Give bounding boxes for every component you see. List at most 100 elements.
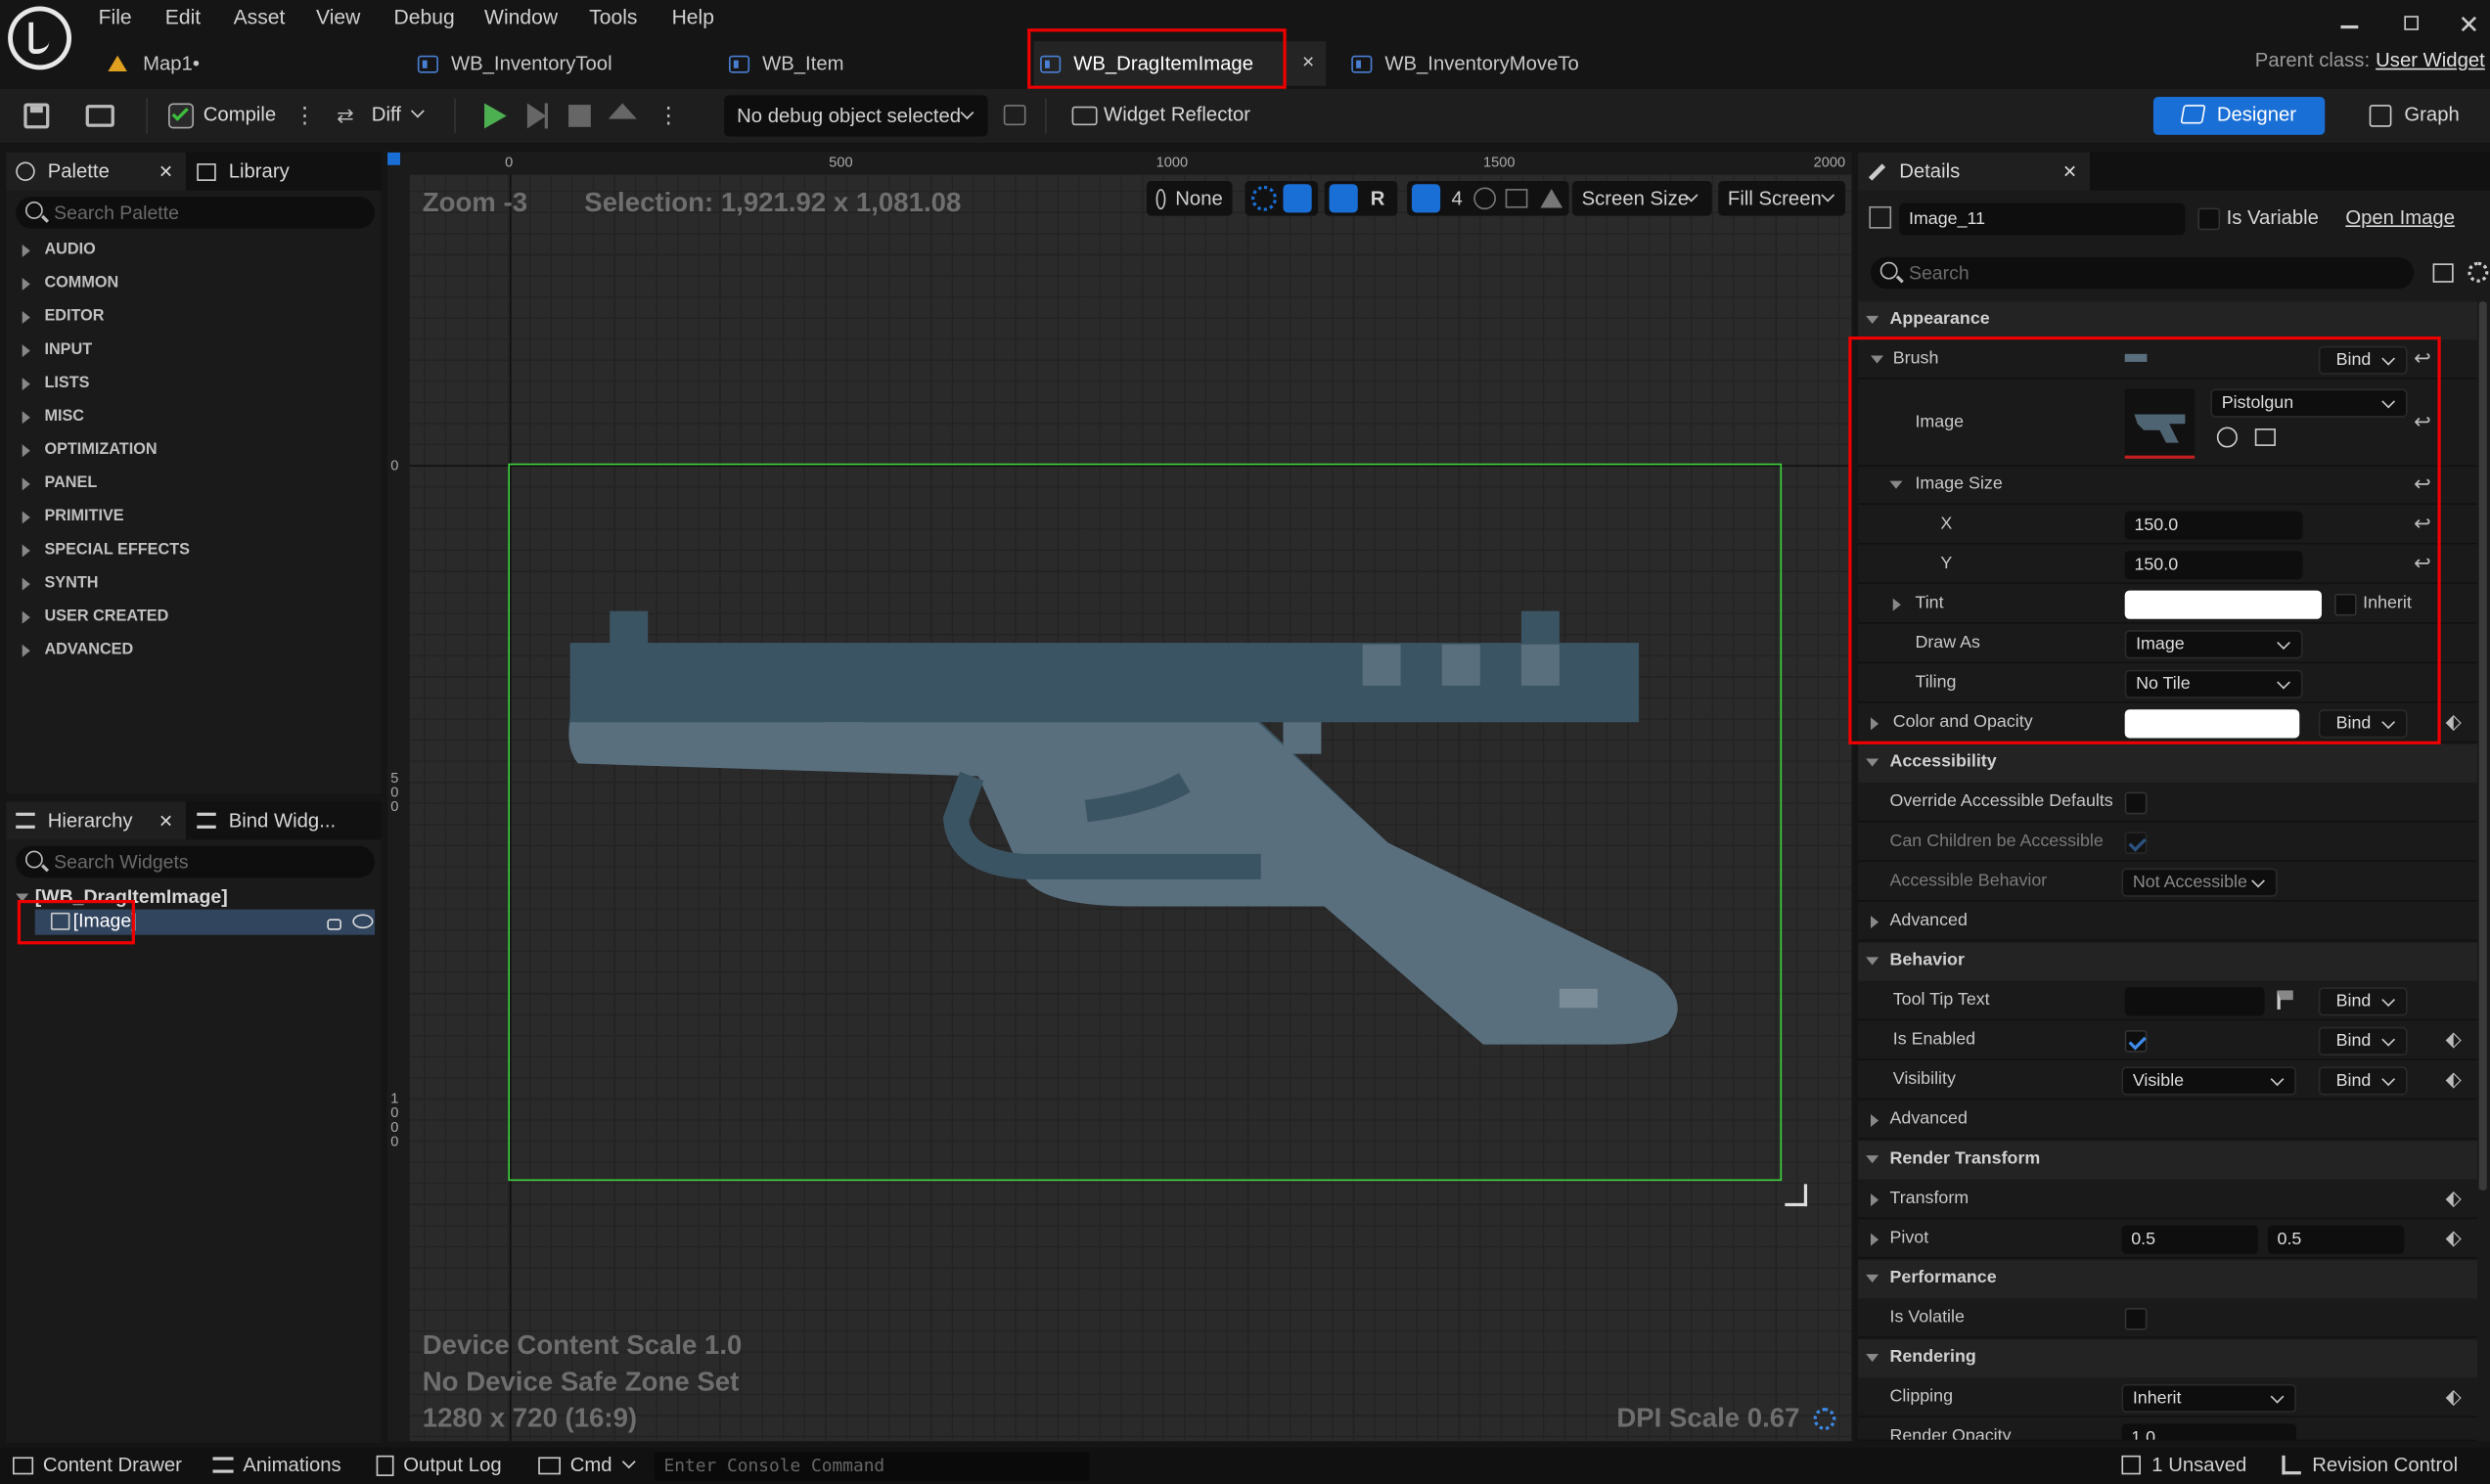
play-icon[interactable] <box>484 103 507 129</box>
details-scrollbar[interactable] <box>2478 301 2487 1191</box>
open-image-link[interactable]: Open Image <box>2345 206 2455 229</box>
pivot-x-input[interactable]: 0.5 <box>2121 1225 2259 1254</box>
screen-size-select[interactable]: Screen Size <box>1571 180 1712 216</box>
unreal-logo-icon[interactable] <box>8 6 72 70</box>
palette-category-advanced[interactable]: ADVANCED <box>22 641 133 658</box>
tab-wb-inventorytool[interactable]: WB_InventoryTool <box>417 44 612 82</box>
property-binding-icon[interactable]: ⬖ <box>2446 1186 2462 1211</box>
eject-icon[interactable] <box>608 103 637 119</box>
menu-view[interactable]: View <box>316 5 360 28</box>
save-icon[interactable] <box>23 103 50 129</box>
designer-button[interactable]: Designer <box>2152 96 2326 135</box>
play-options-icon[interactable]: ⋮ <box>657 102 680 129</box>
widget-name-input[interactable]: Image_11 <box>1899 202 2186 236</box>
grid-snap-toolbar[interactable]: 4 <box>1407 180 1569 216</box>
acc-advanced-row[interactable]: Advanced <box>1858 903 2478 942</box>
browse-icon[interactable] <box>85 105 114 127</box>
table-view-icon[interactable] <box>2432 263 2454 283</box>
layout-toggle[interactable]: R <box>1324 180 1398 216</box>
diff-button[interactable]: ⇄ Diff <box>334 95 429 136</box>
designer-canvas[interactable]: 0 500 1000 1500 2000 0 500 1000 Zoom -3 … <box>387 152 1852 1442</box>
section-behavior[interactable]: Behavior <box>1858 942 2478 981</box>
section-accessibility[interactable]: Accessibility <box>1858 743 2478 783</box>
palette-category-optimization[interactable]: OPTIMIZATION <box>22 441 158 459</box>
tab-palette[interactable]: Palette ✕ <box>6 152 186 191</box>
palette-category-user-created[interactable]: USER CREATED <box>22 607 168 625</box>
palette-category-misc[interactable]: MISC <box>22 408 84 426</box>
resize-handle-icon[interactable] <box>1785 1184 1808 1207</box>
is-volatile-checkbox[interactable] <box>2124 1307 2148 1330</box>
debug-object-select[interactable]: No debug object selected <box>724 95 988 137</box>
respect-locks-toggle[interactable] <box>1245 180 1319 216</box>
settings-gear-icon[interactable] <box>2467 261 2489 283</box>
menu-edit[interactable]: Edit <box>165 5 201 28</box>
tab-close-button[interactable]: × <box>1302 49 1314 72</box>
tab-bind-widgets[interactable]: Bind Widg... <box>197 801 336 839</box>
details-search-input[interactable]: Search <box>1871 256 2415 290</box>
stop-icon[interactable] <box>568 105 591 127</box>
unsaved-button[interactable]: 1 Unsaved <box>2121 1454 2246 1476</box>
compile-options-icon[interactable]: ⋮ <box>294 102 316 129</box>
cmd-select[interactable]: Cmd <box>538 1454 637 1476</box>
palette-category-synth[interactable]: SYNTH <box>22 574 99 592</box>
section-render-transform[interactable]: Render Transform <box>1858 1141 2478 1180</box>
locale-button[interactable]: None <box>1146 180 1233 216</box>
triangle-icon[interactable] <box>1540 189 1563 208</box>
snap-icon[interactable] <box>1473 187 1496 210</box>
fill-screen-select[interactable]: Fill Screen <box>1718 180 1846 216</box>
graph-button[interactable]: Graph <box>2363 97 2474 135</box>
dpi-settings-gear-icon[interactable] <box>1813 1408 1836 1430</box>
palette-category-editor[interactable]: EDITOR <box>22 308 105 326</box>
tooltip-bind-button[interactable]: Bind <box>2318 987 2408 1016</box>
menu-tools[interactable]: Tools <box>589 5 637 28</box>
palette-category-lists[interactable]: LISTS <box>22 375 90 392</box>
is-enabled-bind-button[interactable]: Bind <box>2318 1026 2408 1056</box>
step-icon[interactable] <box>526 103 548 129</box>
visibility-bind-button[interactable]: Bind <box>2318 1066 2408 1096</box>
close-tab-icon[interactable]: ✕ <box>158 810 173 831</box>
animations-button[interactable]: Animations <box>212 1454 341 1476</box>
render-opacity-input[interactable]: 1.0 <box>2121 1423 2297 1440</box>
override-acc-checkbox[interactable] <box>2124 791 2148 815</box>
tab-hierarchy[interactable]: Hierarchy ✕ <box>6 801 186 840</box>
hierarchy-search-input[interactable]: Search Widgets <box>16 845 376 878</box>
palette-category-audio[interactable]: AUDIO <box>22 242 96 258</box>
close-tab-icon[interactable]: ✕ <box>2062 161 2077 181</box>
visibility-select[interactable]: Visible <box>2121 1066 2297 1096</box>
tab-wb-item[interactable]: WB_Item <box>729 44 844 82</box>
menu-window[interactable]: Window <box>484 5 558 28</box>
behavior-advanced-row[interactable]: Advanced <box>1858 1102 2478 1140</box>
is-enabled-checkbox[interactable] <box>2124 1030 2148 1053</box>
output-log-button[interactable]: Output Log <box>376 1454 502 1476</box>
section-performance[interactable]: Performance <box>1858 1260 2478 1299</box>
palette-category-input[interactable]: INPUT <box>22 341 92 359</box>
section-rendering[interactable]: Rendering <box>1858 1339 2478 1378</box>
palette-category-primitive[interactable]: PRIMITIVE <box>22 508 124 525</box>
property-binding-icon[interactable]: ⬖ <box>2446 1066 2462 1092</box>
content-drawer-button[interactable]: Content Drawer <box>12 1454 182 1476</box>
is-variable-checkbox[interactable] <box>2197 207 2221 231</box>
palette-search-input[interactable]: Search Palette <box>16 197 376 229</box>
clipping-select[interactable]: Inherit <box>2121 1383 2297 1414</box>
widget-reflector-button[interactable]: Widget Reflector <box>1068 95 1259 136</box>
transform-row[interactable]: Transform ⬖ <box>1858 1181 2478 1220</box>
menu-file[interactable]: File <box>99 5 132 28</box>
tab-details[interactable]: Details ✕ <box>1858 152 2090 191</box>
revision-control-button[interactable]: Revision Control <box>2282 1454 2458 1476</box>
lock-icon[interactable] <box>327 919 341 930</box>
image-icon[interactable] <box>1505 189 1528 208</box>
minimize-icon[interactable] <box>2340 24 2359 28</box>
property-binding-icon[interactable]: ⬖ <box>2446 709 2462 735</box>
console-command-input[interactable]: Enter Console Command <box>654 1452 1090 1481</box>
property-binding-icon[interactable]: ⬖ <box>2446 1226 2462 1251</box>
section-appearance[interactable]: Appearance <box>1858 301 2478 340</box>
close-window-icon[interactable]: ✕ <box>2459 10 2480 41</box>
menu-asset[interactable]: Asset <box>234 5 286 28</box>
menu-help[interactable]: Help <box>672 5 714 28</box>
close-tab-icon[interactable]: ✕ <box>158 161 173 181</box>
property-binding-icon[interactable]: ⬖ <box>2446 1027 2462 1053</box>
pivot-y-input[interactable]: 0.5 <box>2267 1225 2405 1254</box>
parent-class-link[interactable]: User Widget <box>2376 49 2485 71</box>
palette-category-common[interactable]: COMMON <box>22 275 118 292</box>
tab-library[interactable]: Library <box>197 153 290 191</box>
